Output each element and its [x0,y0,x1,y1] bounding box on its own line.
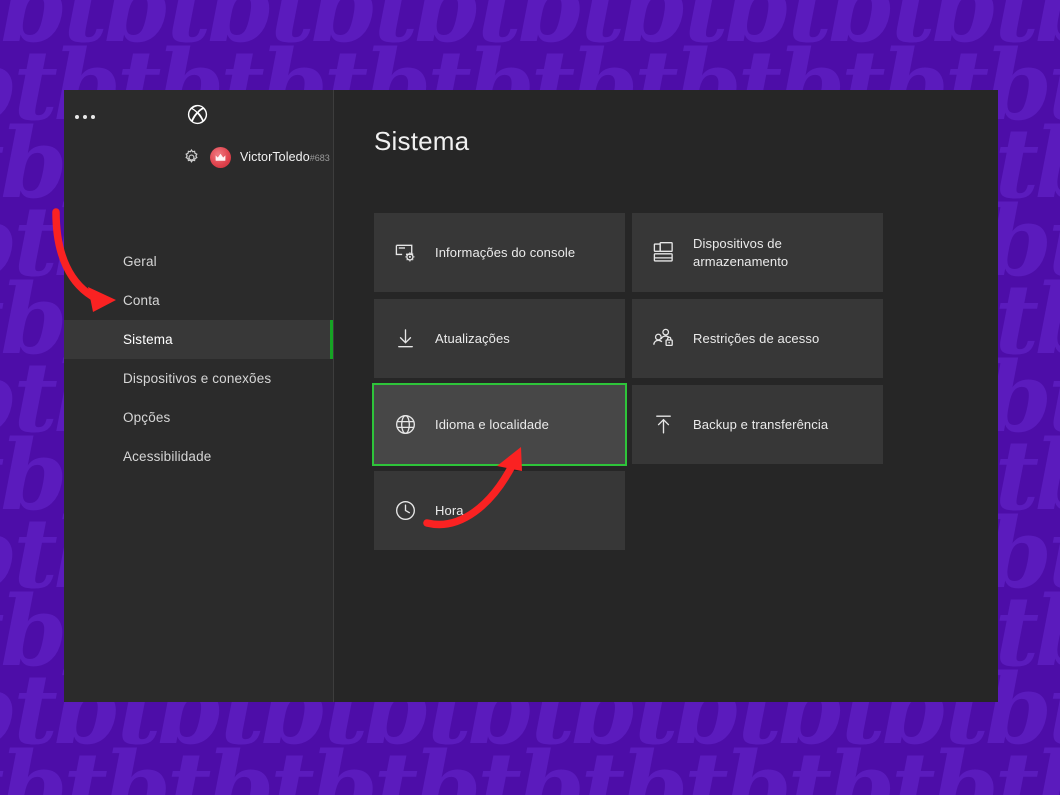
tile-backup-e-transferencia[interactable]: Backup e transferência [632,385,883,464]
sidebar-item-label: Acessibilidade [123,449,211,464]
page-title: Sistema [374,126,958,157]
tile-hora[interactable]: Hora [374,471,625,550]
tile-label: Atualizações [435,330,510,348]
sidebar-item-label: Conta [123,293,160,308]
ellipsis-icon[interactable] [75,115,95,119]
sidebar-item-geral[interactable]: Geral [64,242,333,281]
tile-atualizacoes[interactable]: Atualizações [374,299,625,378]
tile-dispositivos-de-armazenamento[interactable]: Dispositivos de armazenamento [632,213,883,292]
sidebar-item-sistema[interactable]: Sistema [64,320,333,359]
sidebar-item-label: Sistema [123,332,173,347]
tile-column-left: Informações do console Atualizações [374,213,625,550]
console-info-icon [394,241,417,264]
sidebar-item-opcoes[interactable]: Opções [64,398,333,437]
profile-row[interactable]: VictorToledo#683 [64,144,333,170]
tile-informacoes-do-console[interactable]: Informações do console [374,213,625,292]
sidebar-item-acessibilidade[interactable]: Acessibilidade [64,437,333,476]
sidebar-item-label: Geral [123,254,157,269]
tile-label: Hora [435,502,464,520]
backdrop-pattern-row: tbtbtbtbtbtbtbtbtbtbtbtbtbtbtbtbtbtb [0,740,1060,795]
sidebar-item-dispositivos-e-conexoes[interactable]: Dispositivos e conexões [64,359,333,398]
tile-idioma-e-localidade[interactable]: Idioma e localidade [374,385,625,464]
tile-column-right: Dispositivos de armazenamento [632,213,883,550]
sidebar-header: VictorToledo#683 [64,90,333,170]
tile-label: Idioma e localidade [435,416,549,434]
clock-icon [394,499,417,522]
people-lock-icon [652,327,675,350]
globe-icon [394,413,417,436]
storage-devices-icon [652,241,675,264]
sidebar-nav: Geral Conta Sistema Dispositivos e conex… [64,242,333,476]
tile-label: Backup e transferência [693,416,828,434]
settings-sidebar: VictorToledo#683 Geral Conta Sistema Dis… [64,90,334,702]
xbox-logo-icon [187,104,208,125]
settings-main-panel: Sistema Informações d [334,90,998,702]
settings-tile-grid: Informações do console Atualizações [374,213,958,550]
tile-label: Dispositivos de armazenamento [693,235,788,270]
gamertag-label: VictorToledo#683 [240,150,330,164]
sidebar-item-label: Opções [123,410,170,425]
xbox-settings-window: VictorToledo#683 Geral Conta Sistema Dis… [64,90,998,702]
avatar [210,147,231,168]
tile-label: Restrições de acesso [693,330,819,348]
download-arrow-icon [394,327,417,350]
sidebar-item-label: Dispositivos e conexões [123,371,271,386]
tile-label: Informações do console [435,244,575,262]
sidebar-item-conta[interactable]: Conta [64,281,333,320]
tile-restricoes-de-acesso[interactable]: Restrições de acesso [632,299,883,378]
gamertag-suffix: #683 [310,153,330,163]
gear-icon[interactable] [182,148,201,167]
gamertag-name: VictorToledo [240,150,310,164]
upload-arrow-icon [652,413,675,436]
